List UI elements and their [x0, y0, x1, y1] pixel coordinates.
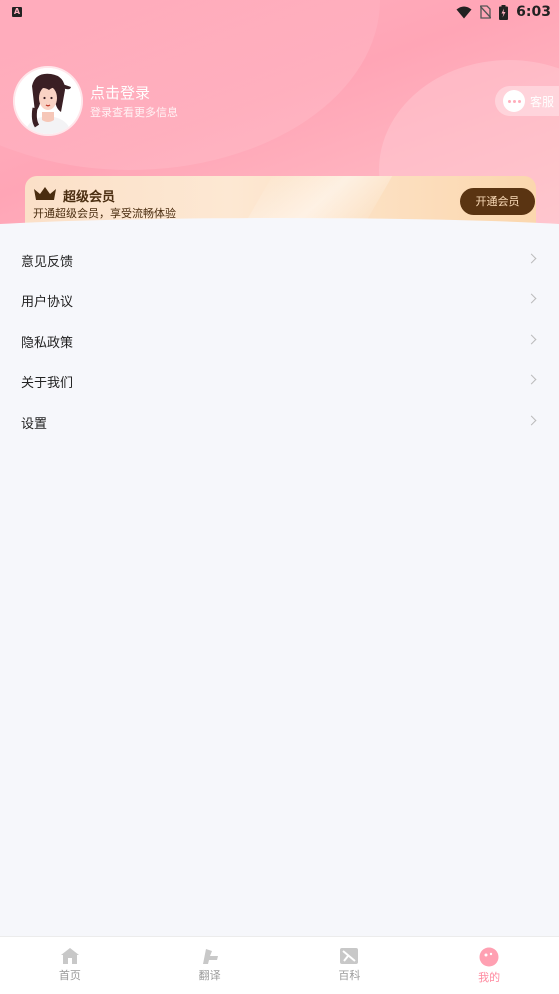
tab-label: 首页	[58, 969, 81, 982]
chevron-right-icon	[526, 293, 537, 304]
tab-home[interactable]: 首页	[0, 937, 140, 994]
encyclopedia-icon	[340, 948, 359, 964]
profile-icon	[479, 947, 499, 967]
battery-charging-icon	[499, 4, 509, 20]
chevron-right-icon	[526, 374, 537, 385]
wifi-icon	[456, 6, 472, 18]
customer-service-button[interactable]: 客服	[495, 86, 559, 116]
chevron-right-icon	[526, 415, 537, 426]
menu-item-label: 用户协议	[21, 295, 74, 311]
tab-encyclopedia[interactable]: 百科	[280, 937, 420, 994]
menu-item-label: 隐私政策	[21, 335, 74, 351]
no-sim-icon	[480, 5, 492, 19]
status-time: 6:03	[516, 4, 551, 20]
avatar[interactable]	[15, 68, 81, 134]
menu-item-feedback[interactable]: 意见反馈	[0, 240, 559, 281]
translate-icon	[202, 949, 218, 964]
menu-item-label: 关于我们	[21, 376, 74, 392]
menu-item-settings[interactable]: 设置	[0, 402, 559, 443]
login-title[interactable]: 点击登录	[90, 82, 150, 103]
profile-header: A 6:03 点击登录 登录查看更多信息 客服 超级会员 开通超级会员，享受流畅…	[0, 0, 559, 232]
crown-icon	[34, 187, 56, 200]
customer-service-label: 客服	[530, 94, 555, 109]
menu-item-about-us[interactable]: 关于我们	[0, 362, 559, 403]
notification-a-icon: A	[12, 7, 22, 17]
menu-item-label: 设置	[21, 416, 48, 432]
tab-label: 我的	[478, 971, 501, 984]
vip-title: 超级会员	[63, 190, 116, 205]
menu-item-label: 意见反馈	[21, 254, 74, 270]
tab-label: 百科	[338, 969, 361, 982]
tab-translate[interactable]: 翻译	[140, 937, 280, 994]
bottom-tab-bar: 首页 翻译 百科 我的	[0, 936, 559, 994]
tab-label: 翻译	[198, 969, 221, 982]
menu-item-privacy-policy[interactable]: 隐私政策	[0, 321, 559, 362]
home-icon	[60, 948, 79, 964]
settings-menu: 意见反馈 用户协议 隐私政策 关于我们 设置	[0, 240, 559, 443]
chevron-right-icon	[526, 334, 537, 345]
menu-item-user-agreement[interactable]: 用户协议	[0, 281, 559, 322]
open-vip-button[interactable]: 开通会员	[460, 188, 535, 215]
login-subtitle: 登录查看更多信息	[90, 106, 178, 119]
chevron-right-icon	[526, 253, 537, 264]
status-bar: A 6:03	[0, 0, 559, 24]
tab-profile[interactable]: 我的	[419, 937, 559, 994]
chat-bubble-icon	[503, 90, 525, 112]
avatar-illustration	[15, 68, 81, 134]
header-curve	[0, 218, 559, 232]
